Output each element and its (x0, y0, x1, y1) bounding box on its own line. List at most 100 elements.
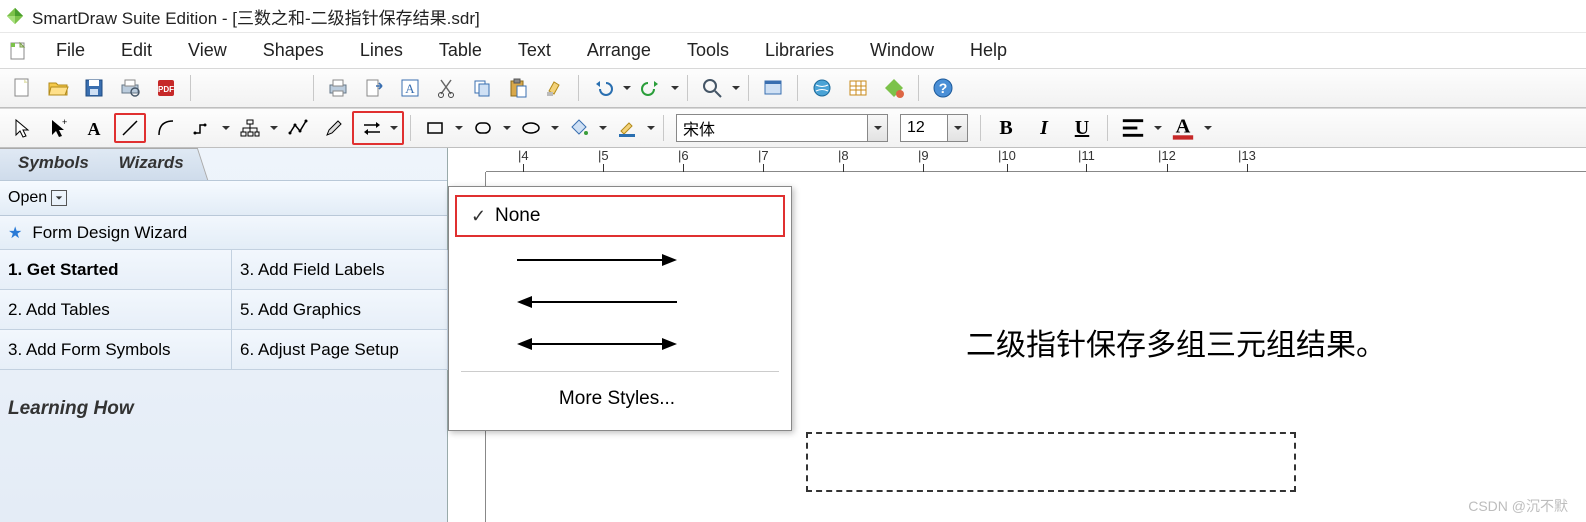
cut-button[interactable] (430, 73, 462, 103)
fontcolor-dropdown[interactable] (1202, 124, 1214, 132)
arrow-style-both[interactable] (449, 323, 791, 365)
font-size-dropdown-icon[interactable] (947, 115, 967, 141)
separator (797, 75, 798, 101)
menu-view[interactable]: View (170, 36, 245, 65)
svg-text:PDF: PDF (158, 85, 174, 94)
connector-tool-icon[interactable] (186, 113, 218, 143)
print-button[interactable] (322, 73, 354, 103)
menu-tools[interactable]: Tools (669, 36, 747, 65)
pointer-tool-icon[interactable] (6, 113, 38, 143)
learning-how-label: Learning How (0, 370, 447, 420)
menu-help[interactable]: Help (952, 36, 1025, 65)
print-preview-button[interactable] (114, 73, 146, 103)
text-tool-icon[interactable]: A (78, 113, 110, 143)
redo-dropdown[interactable] (669, 84, 681, 92)
separator (313, 75, 314, 101)
titlebar: SmartDraw Suite Edition - [三数之和-二级指针保存结果… (0, 0, 1586, 32)
hierarchy-tool-icon[interactable] (234, 113, 266, 143)
menu-arrange[interactable]: Arrange (569, 36, 669, 65)
save-button[interactable] (78, 73, 110, 103)
step-3b[interactable]: 3. Add Field Labels (232, 250, 448, 290)
wizard-title-row[interactable]: Form Design Wizard (0, 216, 447, 250)
format-painter-button[interactable] (538, 73, 570, 103)
open-row[interactable]: Open (0, 180, 447, 216)
help-button[interactable]: ? (927, 73, 959, 103)
dropdown-separator (461, 371, 779, 372)
separator (748, 75, 749, 101)
menu-file[interactable]: File (38, 36, 103, 65)
arrow-style-none[interactable]: ✓ None (455, 195, 785, 237)
menu-shapes[interactable]: Shapes (245, 36, 342, 65)
font-color-button[interactable]: A (1166, 114, 1200, 142)
rectangle-shape-icon[interactable] (419, 113, 451, 143)
align-dropdown[interactable] (1152, 124, 1164, 132)
menu-edit[interactable]: Edit (103, 36, 170, 65)
open-label: Open (8, 189, 47, 207)
zoom-button[interactable] (696, 73, 728, 103)
pdf-button[interactable]: PDF (150, 73, 182, 103)
arrow-style-left[interactable] (449, 281, 791, 323)
redo-button[interactable] (635, 73, 667, 103)
text-format-button[interactable]: A (394, 73, 426, 103)
font-size-input[interactable] (901, 115, 947, 141)
arrow-style-right[interactable] (449, 239, 791, 281)
tab-wizards[interactable]: Wizards (96, 148, 208, 180)
rounded-rect-shape-icon[interactable] (467, 113, 499, 143)
undo-dropdown[interactable] (621, 84, 633, 92)
font-size-select[interactable] (900, 114, 968, 142)
polyline-tool-icon[interactable] (282, 113, 314, 143)
tab-symbols[interactable]: Symbols (0, 148, 107, 180)
new-button[interactable] (6, 73, 38, 103)
italic-button[interactable]: I (1027, 114, 1061, 142)
menu-window[interactable]: Window (852, 36, 952, 65)
ellipse-dropdown[interactable] (549, 124, 561, 132)
open-button[interactable] (42, 73, 74, 103)
rectangle-dropdown[interactable] (453, 124, 465, 132)
line-color-icon[interactable] (611, 113, 643, 143)
paste-button[interactable] (502, 73, 534, 103)
fill-color-icon[interactable] (563, 113, 595, 143)
step-1[interactable]: 1. Get Started (0, 250, 232, 290)
bold-button[interactable]: B (989, 114, 1023, 142)
font-family-dropdown-icon[interactable] (867, 115, 887, 141)
underline-button[interactable]: U (1065, 114, 1099, 142)
window-title: SmartDraw Suite Edition - [三数之和-二级指针保存结果… (32, 4, 480, 29)
menu-libraries[interactable]: Libraries (747, 36, 852, 65)
menu-text[interactable]: Text (500, 36, 569, 65)
export-button[interactable] (358, 73, 390, 103)
connector-dropdown[interactable] (220, 124, 232, 132)
open-dropdown-icon[interactable] (51, 190, 67, 206)
canvas-text: 二级指针保存多组三元组结果。 (966, 320, 1386, 364)
arrowheads-tool[interactable] (352, 111, 404, 145)
step-5[interactable]: 5. Add Graphics (232, 290, 448, 330)
arrowheads-dropdown-menu: ✓ None More Styles... (448, 186, 792, 431)
zoom-dropdown[interactable] (730, 84, 742, 92)
sidebar-tabs: Symbols Wizards (0, 148, 447, 180)
align-button[interactable] (1116, 114, 1150, 142)
step-3[interactable]: 3. Add Form Symbols (0, 330, 232, 370)
arrow-left-icon (517, 294, 677, 310)
step-2[interactable]: 2. Add Tables (0, 290, 232, 330)
spreadsheet-button[interactable] (842, 73, 874, 103)
undo-button[interactable] (587, 73, 619, 103)
rounded-dropdown[interactable] (501, 124, 513, 132)
menu-lines[interactable]: Lines (342, 36, 421, 65)
curve-tool-icon[interactable] (150, 113, 182, 143)
select-tool-icon[interactable]: + (42, 113, 74, 143)
browser-button[interactable] (757, 73, 789, 103)
line-tool-icon[interactable] (114, 113, 146, 143)
font-family-select[interactable] (676, 114, 888, 142)
menu-table[interactable]: Table (421, 36, 500, 65)
globe-button[interactable] (806, 73, 838, 103)
fill-dropdown[interactable] (597, 124, 609, 132)
font-family-input[interactable] (677, 115, 867, 141)
pencil-tool-icon[interactable] (318, 113, 350, 143)
ellipse-shape-icon[interactable] (515, 113, 547, 143)
smartdraw-button[interactable] (878, 73, 910, 103)
copy-button[interactable] (466, 73, 498, 103)
standard-toolbar: PDF A ? (0, 68, 1586, 108)
step-6[interactable]: 6. Adjust Page Setup (232, 330, 448, 370)
hierarchy-dropdown[interactable] (268, 124, 280, 132)
linecolor-dropdown[interactable] (645, 124, 657, 132)
more-styles-item[interactable]: More Styles... (449, 378, 791, 420)
